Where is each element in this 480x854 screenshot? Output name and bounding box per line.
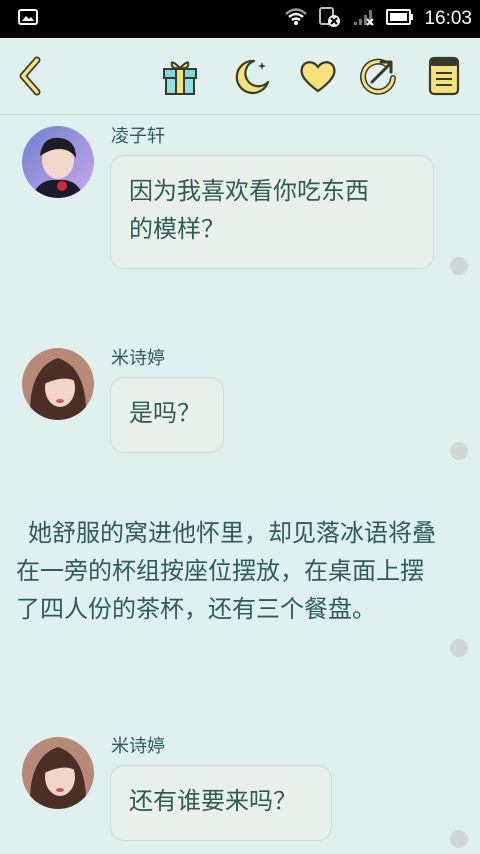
message-bubble: 因为我喜欢看你吃东西 的模样？ [110, 155, 434, 269]
battery-icon [386, 9, 414, 29]
avatar[interactable] [22, 126, 94, 198]
narration-paragraph: 她舒服的窝进他怀里，却见落冰语将叠在一旁的杯组按座位摆放，在桌面上摆了四人份的茶… [16, 519, 436, 623]
comment-dot[interactable] [450, 257, 468, 275]
speaker-name: 米诗婷 [111, 736, 165, 757]
notes-icon[interactable] [424, 56, 464, 96]
message-line: 的模样？ [129, 215, 225, 243]
heart-icon[interactable] [298, 56, 338, 96]
sim-off-icon [318, 6, 342, 32]
status-time: 16:03 [424, 8, 472, 29]
message-bubble: 是吗？ [110, 377, 224, 453]
image-icon [18, 9, 38, 29]
back-icon[interactable] [10, 56, 50, 96]
wifi-icon [284, 7, 308, 31]
comment-dot[interactable] [450, 442, 468, 460]
speaker-name: 米诗婷 [111, 348, 165, 369]
avatar[interactable] [22, 737, 94, 809]
night-mode-icon[interactable] [232, 56, 272, 96]
comment-dot[interactable] [450, 639, 468, 657]
message-line: 是吗？ [129, 399, 201, 427]
share-icon[interactable] [358, 56, 398, 96]
reader-toolbar [0, 38, 480, 115]
message-bubble: 还有谁要来吗？ [110, 765, 332, 841]
comment-dot[interactable] [450, 830, 468, 848]
message-line: 因为我喜欢看你吃东西 [129, 177, 369, 205]
message-line: 还有谁要来吗？ [129, 787, 297, 815]
gift-icon[interactable] [160, 56, 200, 96]
avatar[interactable] [22, 348, 94, 420]
speaker-name: 凌子轩 [111, 126, 165, 147]
signal-icon [352, 7, 376, 31]
status-bar: 16:03 [0, 0, 480, 38]
